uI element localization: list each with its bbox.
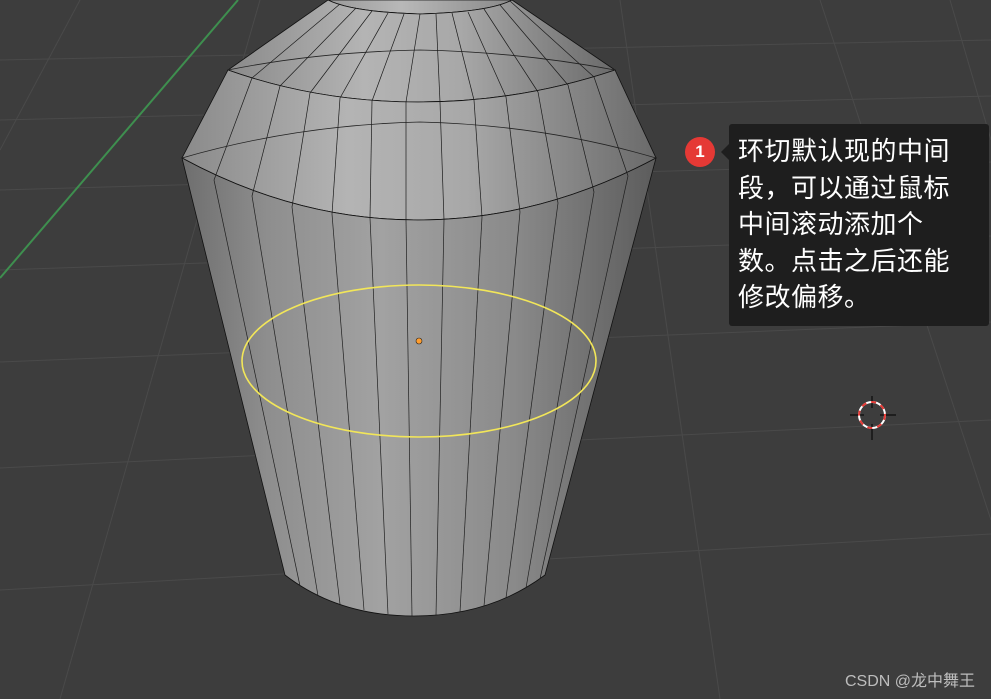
callout-line: 段，可以通过鼠标 [738,173,951,204]
callout-line: 中间滚动添加个 [738,210,924,240]
3d-viewport[interactable] [0,0,991,699]
annotation-callout: 环切默认现的中间 段，可以通过鼠标 中间滚动添加个 数。点击之后还能 修改偏移。 [721,124,989,326]
step-number-badge: 1 [685,137,715,167]
callout-line: 修改偏移。 [738,283,871,313]
callout-line: 环切默认现的中间 [738,137,951,167]
object-origin-dot [415,337,423,345]
3d-cursor-icon[interactable] [850,396,896,440]
watermark-text: CSDN @龙中舞王 [844,673,975,690]
callout-line: 数。点击之后还能 [738,246,951,277]
